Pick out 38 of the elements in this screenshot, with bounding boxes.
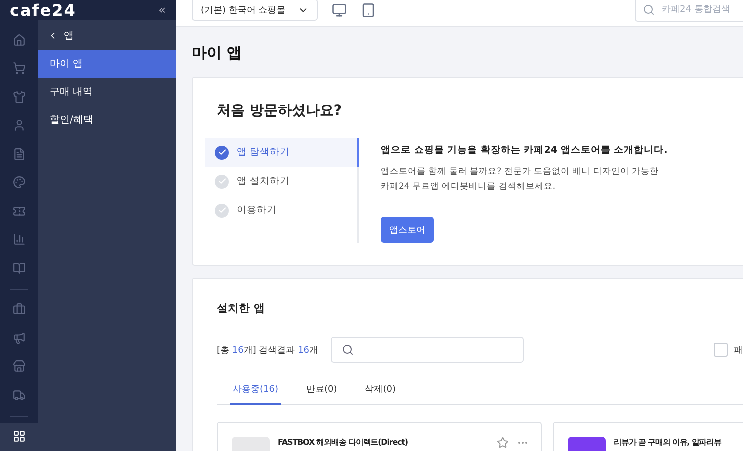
card-title: 처음 방문하셨나요? — [216, 102, 343, 121]
search-icon — [643, 4, 655, 16]
tablet-icon[interactable] — [361, 2, 376, 18]
logo: cafe24 — [10, 0, 76, 20]
app-card[interactable]: FASTBOX 해외배송 다이렉트(Direct) — [217, 422, 542, 451]
shop-select[interactable]: (기본) 한국어 쇼핑몰 — [192, 0, 318, 21]
tab[interactable]: 삭제(0) — [362, 375, 399, 405]
app-card[interactable]: 리뷰가 곧 구매의 이유, 알파리뷰 — [553, 422, 743, 451]
section-title: 설치한 앱 — [217, 301, 266, 316]
search-field[interactable]: 카페24 통합검색 — [635, 0, 743, 22]
checkbox-label: 패 — [734, 344, 743, 356]
page-title: 마이 앱 — [192, 43, 244, 64]
result-count: [총 16개] 검색결과 16개 — [217, 344, 319, 356]
menu-item[interactable]: 구매 내역 — [38, 78, 176, 106]
tab[interactable]: 사용중(16) — [230, 375, 282, 405]
back-link[interactable]: 앱 — [38, 22, 176, 50]
star-icon[interactable] — [497, 437, 509, 449]
checkbox[interactable] — [714, 343, 728, 357]
step-item[interactable]: 앱 탐색하기 — [205, 138, 359, 167]
check-icon — [215, 174, 229, 188]
search-icon — [342, 344, 354, 356]
app-logo — [568, 437, 606, 451]
collapse-button[interactable]: « — [158, 3, 166, 17]
desktop-icon[interactable] — [332, 2, 347, 18]
step-item[interactable]: 이용하기 — [205, 196, 357, 225]
apps-icon[interactable] — [0, 422, 38, 451]
app-name: 리뷰가 곧 구매의 이유, 알파리뷰 — [614, 437, 722, 448]
tab[interactable]: 만료(0) — [303, 375, 340, 405]
intro-heading: 앱으로 쇼핑몰 기능을 확장하는 카페24 앱스토어를 소개합니다. — [381, 144, 668, 157]
intro-text: 앱스토어를 함께 둘러 볼까요? 전문가 도움없이 배너 디자인이 가능한 카페24 무료앱 에디봇배너를 검색해보세요. — [381, 166, 660, 194]
search-field[interactable] — [330, 337, 524, 363]
app-name: FASTBOX 해외배송 다이렉트(Direct) — [278, 437, 408, 448]
menu-item[interactable]: 마이 앱 — [38, 50, 176, 78]
app-store-button[interactable]: 앱스토어 — [381, 217, 434, 243]
step-item[interactable]: 앱 설치하기 — [205, 167, 357, 196]
menu-item[interactable]: 할인/혜택 — [38, 106, 176, 134]
check-icon — [215, 146, 229, 160]
check-icon — [215, 204, 229, 218]
